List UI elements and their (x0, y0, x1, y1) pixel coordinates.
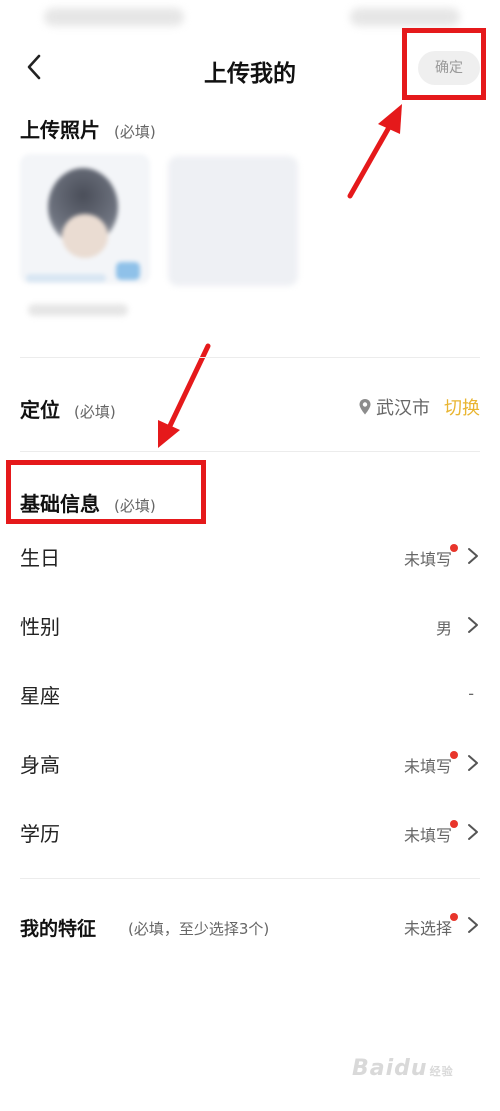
row-height[interactable]: 身高 未填写 (0, 743, 500, 783)
row-education[interactable]: 学历 未填写 (0, 812, 500, 852)
row-label: 身高 (20, 753, 60, 777)
row-label: 星座 (20, 684, 60, 708)
row-value: - (468, 684, 474, 703)
photo-grid (20, 148, 310, 328)
row-label: 性别 (20, 615, 60, 639)
row-value: 未填写 (403, 550, 452, 569)
my-features-hint: (必填，至少选择3个) (128, 920, 270, 938)
chevron-right-icon (468, 824, 478, 840)
chevron-right-icon (468, 548, 478, 564)
chevron-right-icon (468, 617, 478, 633)
basic-info-title: 基础信息 (20, 492, 100, 516)
annotation-box-confirm (402, 28, 486, 100)
location-city: 武汉市 (376, 398, 430, 419)
divider (20, 357, 480, 358)
location-heading: 定位 (必填) (20, 394, 116, 423)
divider (20, 451, 480, 452)
photo-thumbnail[interactable] (20, 154, 150, 284)
photo-bar (26, 274, 106, 282)
location-hint: (必填) (74, 403, 116, 421)
location-title: 定位 (20, 398, 60, 422)
watermark-sub: 经验 (429, 1065, 454, 1078)
arrow-to-confirm (347, 104, 402, 199)
row-label: 学历 (20, 822, 60, 846)
row-label: 生日 (20, 546, 60, 570)
divider (20, 878, 480, 879)
required-dot (450, 751, 458, 759)
upload-photos-title: 上传照片 (20, 118, 100, 142)
row-birthday[interactable]: 生日 未填写 (0, 536, 500, 576)
row-zodiac: 星座 - (0, 674, 500, 714)
my-features-title: 我的特征 (20, 918, 97, 940)
row-value: 男 (435, 619, 452, 638)
location-pin-icon (359, 399, 371, 415)
upload-photos-hint: (必填) (114, 123, 156, 141)
switch-location-link[interactable]: 切换 (444, 394, 480, 420)
location-value: 武汉市 切换 (358, 394, 480, 420)
upload-photos-heading: 上传照片 (必填) (20, 114, 156, 143)
row-value: 未填写 (403, 826, 452, 845)
arrow-to-basic-info (158, 343, 211, 448)
chevron-right-icon (468, 917, 478, 933)
basic-info-heading: 基础信息 (必填) (20, 488, 156, 517)
add-photo-slot[interactable] (168, 156, 298, 286)
baidu-watermark: Baidu 经验 (352, 1056, 454, 1081)
photo-caption-blurred (28, 304, 128, 316)
required-dot (450, 820, 458, 828)
photo-badge (116, 262, 140, 280)
watermark-brand: Baidu (352, 1056, 428, 1081)
row-value: 未填写 (403, 757, 452, 776)
required-dot (450, 913, 458, 921)
row-value: 未选择 (403, 919, 452, 938)
photo-face-shape (62, 214, 108, 258)
required-dot (450, 544, 458, 552)
chevron-right-icon (468, 755, 478, 771)
row-gender[interactable]: 性别 男 (0, 605, 500, 645)
basic-info-hint: (必填) (114, 497, 156, 515)
